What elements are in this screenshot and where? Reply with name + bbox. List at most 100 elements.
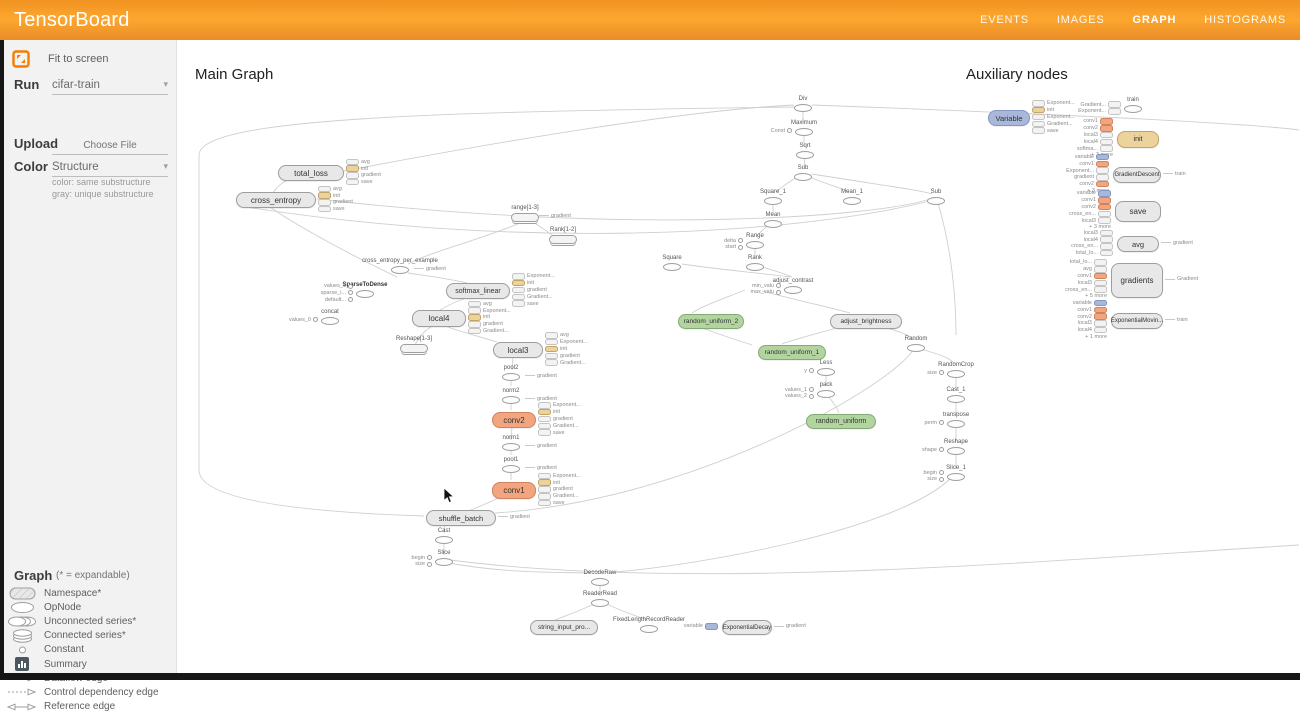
- graph-node-random[interactable]: Random: [861, 336, 971, 352]
- graph-node-exponentialmovin[interactable]: ExponentialMovin...: [1111, 313, 1163, 329]
- run-select[interactable]: cifar-train ▾: [52, 79, 168, 95]
- graph-node-random-uniform-2[interactable]: random_uniform_2: [678, 314, 744, 329]
- unconnected-series-icon: [0, 615, 44, 628]
- const-input: shape: [910, 447, 944, 454]
- tab-images[interactable]: IMAGES: [1057, 14, 1105, 26]
- graph-node-reshape-1-3[interactable]: Reshape[1-3]: [359, 336, 469, 353]
- app-header: TensorBoard EVENTS IMAGES GRAPH HISTOGRAMS: [0, 0, 1300, 40]
- run-select-value: cifar-train: [52, 79, 100, 91]
- node-output-label: gradient: [525, 396, 557, 403]
- op-node-label: norm1: [456, 435, 566, 442]
- tab-graph[interactable]: GRAPH: [1133, 14, 1177, 26]
- graph-node-variable[interactable]: Variable: [988, 110, 1030, 126]
- op-node-label: norm2: [456, 388, 566, 395]
- op-node-label: cross_entropy_per_example: [345, 258, 455, 265]
- graph-node-sub[interactable]: Sub: [881, 189, 991, 205]
- legend-item-label: Unconnected series*: [44, 616, 136, 627]
- graph-node-rank-1-2[interactable]: Rank[1-2]: [508, 227, 618, 244]
- color-select[interactable]: Structure ▾: [52, 161, 168, 177]
- const-input: min_valu: [747, 282, 781, 289]
- node-annotation: gradient: [468, 321, 511, 328]
- graph-node-div[interactable]: Div: [748, 96, 858, 112]
- graph-node-softmax-linear[interactable]: softmax_linear: [446, 283, 510, 299]
- color-help-line1: color: same substructure: [52, 177, 154, 189]
- node-annotation: avg: [1059, 266, 1107, 273]
- legend-note: (* = expandable): [56, 570, 130, 581]
- op-node-shape: [794, 173, 812, 181]
- graph-node-conv2[interactable]: conv2: [492, 412, 536, 428]
- node-annotation: save: [538, 500, 581, 507]
- op-node-label: range[1-3]: [470, 205, 580, 212]
- graph-node-cast[interactable]: Cast: [389, 528, 499, 544]
- tab-bar: EVENTS IMAGES GRAPH HISTOGRAMS: [980, 0, 1286, 40]
- graph-node-gradientdescent[interactable]: GradientDescent: [1113, 167, 1161, 183]
- const-input: y: [780, 368, 814, 375]
- graph-node-local4[interactable]: local4: [412, 310, 466, 327]
- graph-node-random-uniform[interactable]: random_uniform: [806, 414, 876, 429]
- node-output-label: train: [1165, 317, 1188, 324]
- choose-file-button[interactable]: Choose File: [52, 136, 168, 155]
- node-annotation: Gradient...: [1073, 101, 1121, 108]
- graph-node-exponentialdecay[interactable]: ExponentialDecay: [722, 620, 772, 635]
- op-node-shape: [947, 447, 965, 455]
- legend-item: Summary: [0, 657, 176, 671]
- node-output-label: train: [1163, 171, 1186, 178]
- node-annotation: Gradient...: [538, 422, 581, 429]
- graph-node-readerread[interactable]: ReaderRead: [545, 591, 655, 607]
- node-annotation: conv1: [1063, 197, 1111, 204]
- graph-node-cast-1[interactable]: Cast_1: [901, 387, 1011, 403]
- op-node-shape: [321, 317, 339, 325]
- node-annotation: init: [346, 165, 381, 172]
- node-annotation: conv2: [1061, 181, 1109, 188]
- legend-item: Namespace*: [0, 586, 176, 600]
- op-node-label: Square: [617, 255, 727, 262]
- node-annotation: Gradient...: [512, 293, 555, 300]
- node-annotation: init: [538, 479, 581, 486]
- legend-item: Constant: [0, 643, 176, 657]
- op-node-shape: [663, 263, 681, 271]
- const-input: values_0: [284, 317, 318, 324]
- fit-to-screen-label: Fit to screen: [48, 53, 109, 65]
- graph-node-sub[interactable]: Sub: [748, 165, 858, 181]
- op-node-shape: [502, 443, 520, 451]
- op-node-label: ReaderRead: [545, 591, 655, 598]
- app-title: TensorBoard: [14, 9, 130, 32]
- node-annotation: local3: [1059, 320, 1107, 327]
- control-dependency-edge-icon: [0, 687, 44, 697]
- graph-node-total-loss[interactable]: total_loss: [278, 165, 344, 181]
- fit-to-screen-icon: [12, 50, 30, 68]
- constant-icon: [0, 645, 44, 655]
- graph-node-mean[interactable]: Mean: [718, 212, 828, 228]
- graph-node-string-input-pro[interactable]: string_input_pro...: [530, 620, 598, 635]
- graph-node-sqrt[interactable]: Sqrt: [750, 143, 860, 159]
- graph-node-init[interactable]: init: [1117, 131, 1159, 148]
- tab-histograms[interactable]: HISTOGRAMS: [1204, 14, 1286, 26]
- node-annotation: variable: [1061, 154, 1109, 161]
- graph-node-adjust-brightness[interactable]: adjust_brightness: [830, 314, 902, 329]
- op-node-shape: [502, 373, 520, 381]
- graph-node-fixedlengthrecordreader[interactable]: FixedLengthRecordReader: [594, 617, 704, 633]
- node-annotation: cross_en...: [1059, 286, 1107, 293]
- screen-edge-left: [0, 40, 4, 680]
- graph-node-decoderaw[interactable]: DecodeRaw: [545, 570, 655, 586]
- tab-events[interactable]: EVENTS: [980, 14, 1029, 26]
- graph-node-local3[interactable]: local3: [493, 342, 543, 358]
- fit-to-screen-button[interactable]: Fit to screen: [12, 50, 109, 68]
- const-input: delta: [709, 237, 743, 244]
- graph-node-gradients[interactable]: gradients: [1111, 263, 1163, 298]
- graph-node-save[interactable]: save: [1115, 201, 1161, 222]
- graph-node-avg[interactable]: avg: [1117, 236, 1159, 252]
- node-annotation: total_lo...: [1065, 250, 1113, 257]
- graph-node-shuffle-batch[interactable]: shuffle_batch: [426, 510, 496, 526]
- graph-node-random-uniform-1[interactable]: random_uniform_1: [758, 345, 826, 360]
- summary-icon: [0, 657, 44, 671]
- node-annotation: cross_en...: [1065, 243, 1113, 250]
- node-annotation: local4: [1059, 327, 1107, 334]
- graph-node-square[interactable]: Square: [617, 255, 727, 271]
- node-annotation: conv1: [1059, 273, 1107, 280]
- node-annotation: gradient: [538, 486, 581, 493]
- graph-node-conv1[interactable]: conv1: [492, 482, 536, 499]
- graph-canvas[interactable]: total_lossavginitgradientsavecross_entro…: [0, 0, 1300, 680]
- op-node-label: pool2: [456, 365, 566, 372]
- graph-node-cross-entropy[interactable]: cross_entropy: [236, 192, 316, 208]
